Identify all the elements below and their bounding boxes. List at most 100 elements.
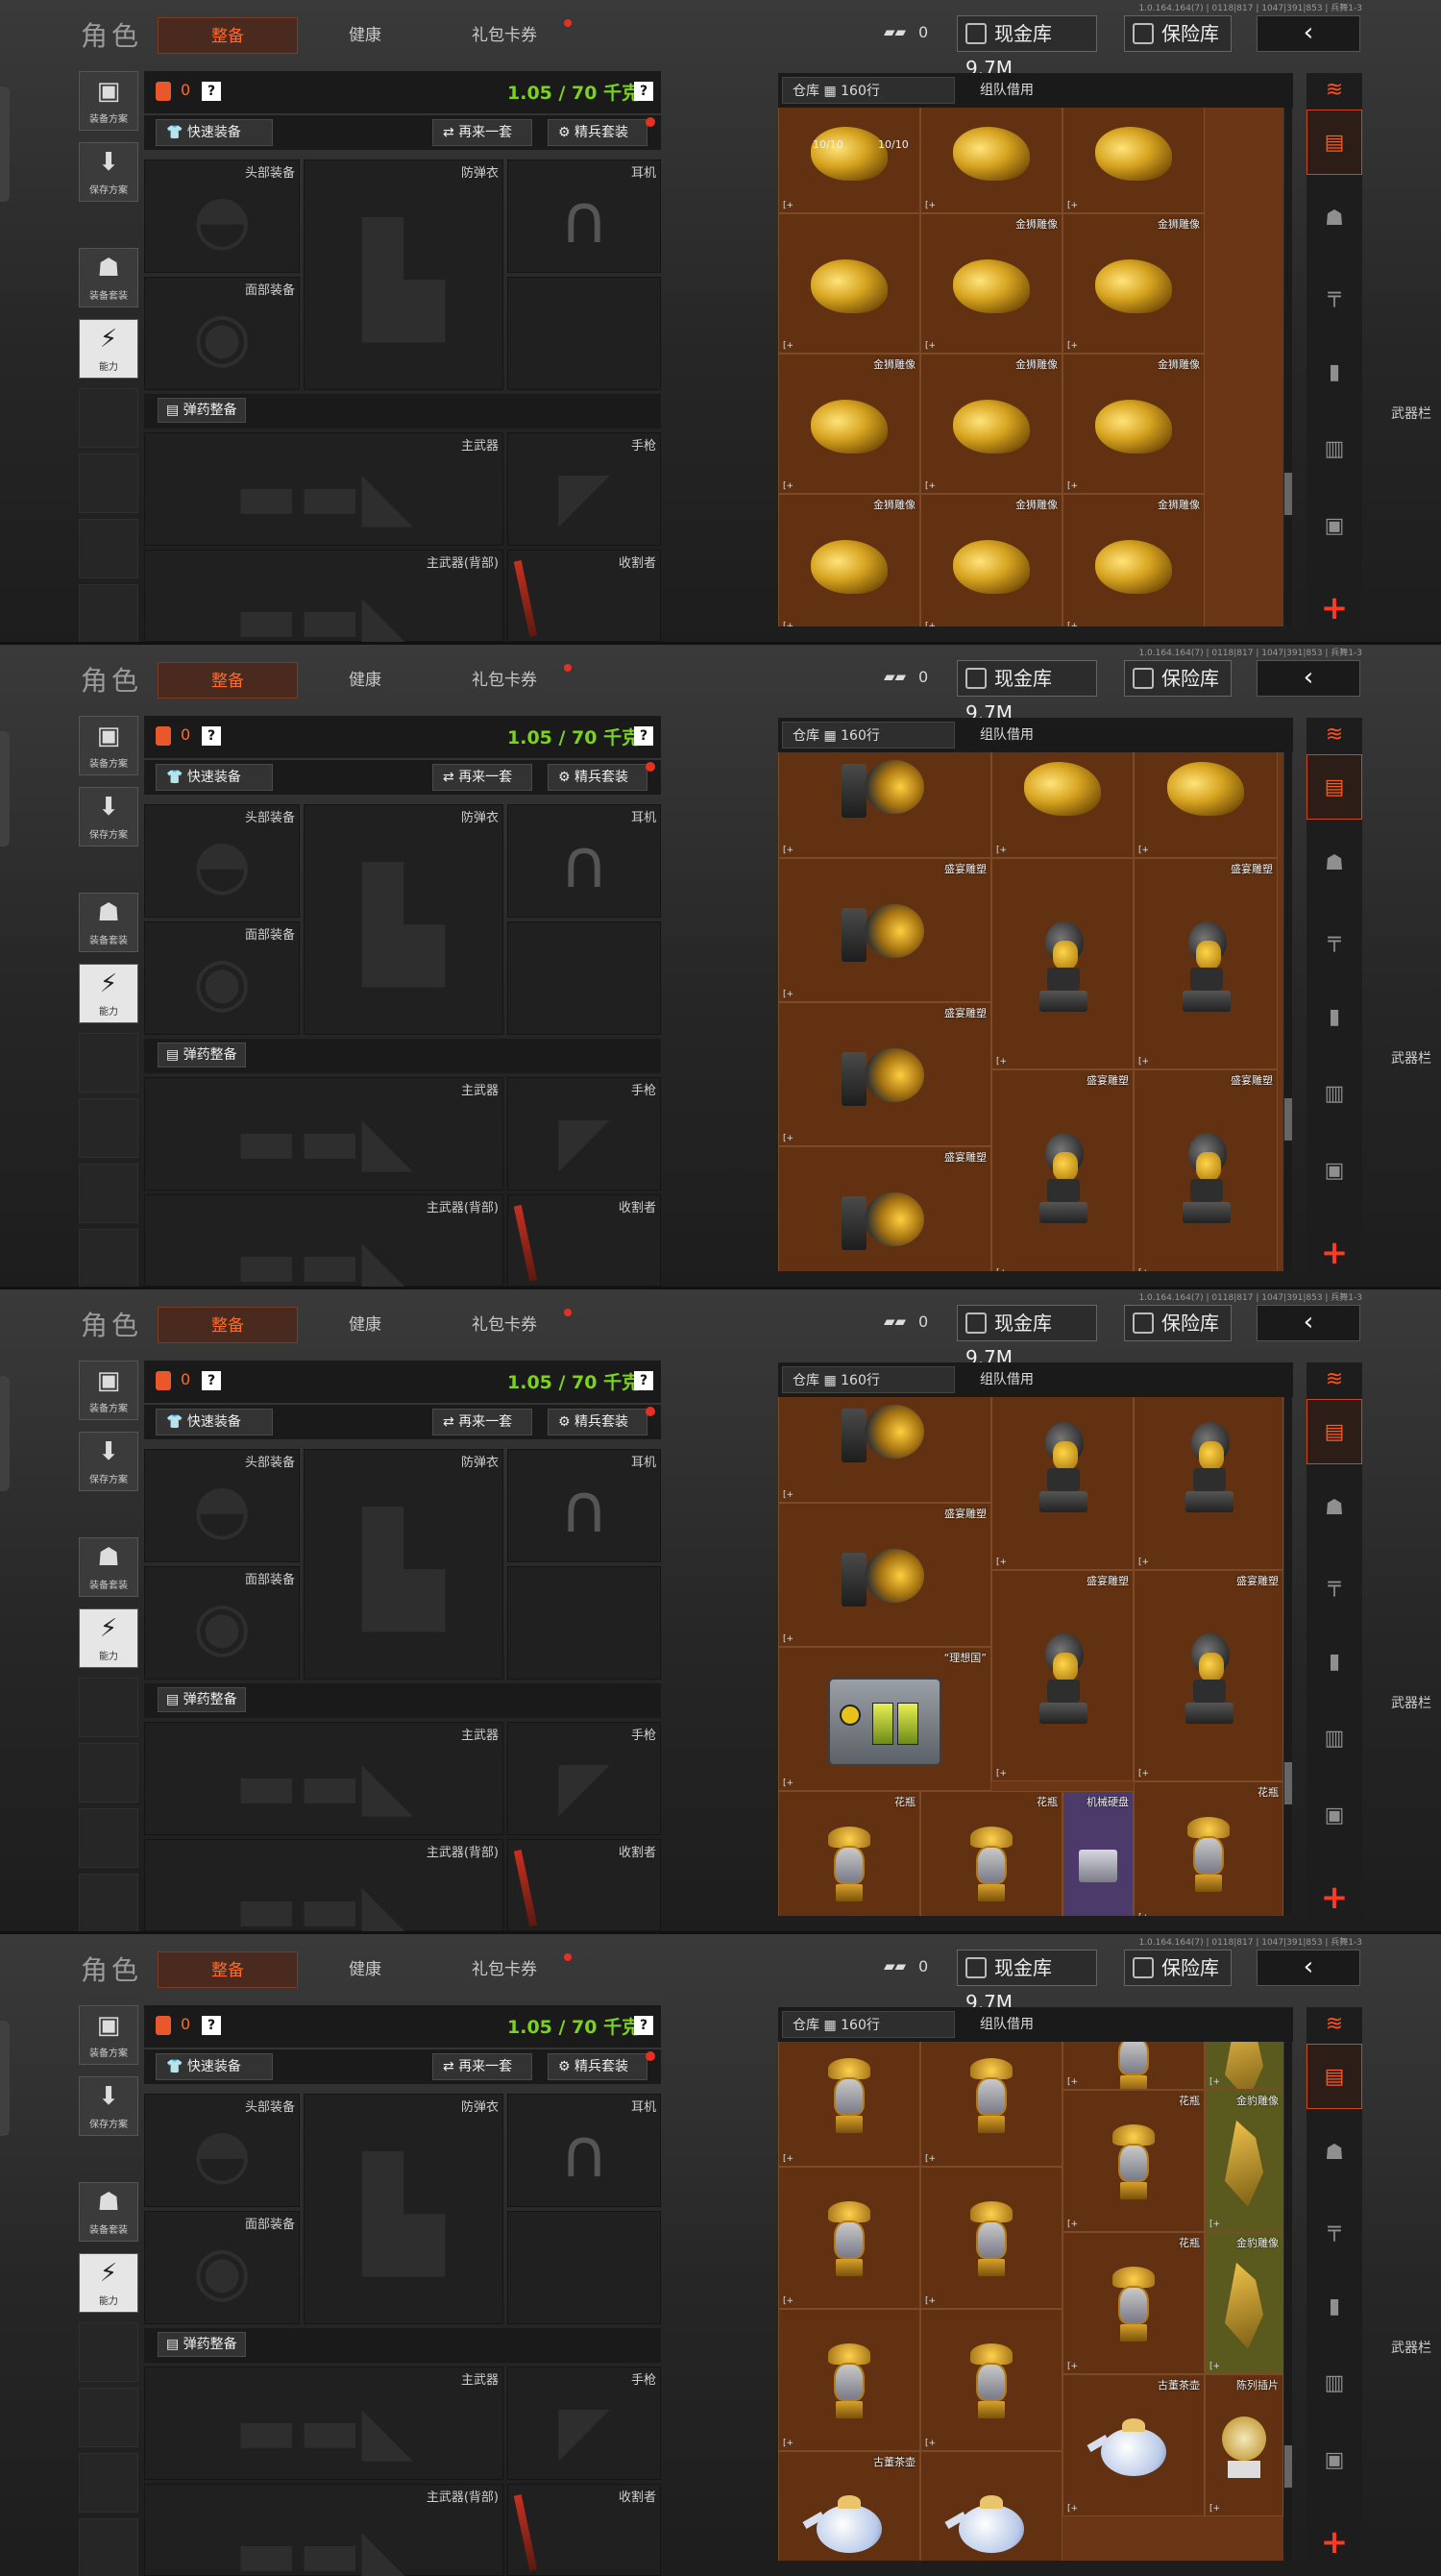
warehouse-grid[interactable]: 盛宴雕塑 [+ 盛宴雕塑 [+ [+ 盛宴雕塑 [+ 盛宴雕塑 [+ 盛宴雕塑 …	[778, 1397, 1283, 1916]
warehouse-item[interactable]: [+	[920, 2451, 1062, 2561]
primary-weapon-slot[interactable]: ▬▬◣ 主武器	[144, 432, 503, 546]
save-plan-button[interactable]: ⬇ 保存方案	[79, 787, 138, 846]
tab-team-borrow[interactable]: 组队借用	[970, 2011, 1043, 2038]
pistol-slot[interactable]: ◤ 手枪	[507, 2367, 661, 2480]
tab-loadout[interactable]: 整备	[158, 1307, 298, 1343]
ammo-button[interactable]: ▤ 弹药整备	[158, 1687, 246, 1712]
warehouse-item[interactable]: [+	[1134, 1397, 1283, 1570]
warehouse-item[interactable]: 金狮雕像 [+	[920, 494, 1062, 626]
back-button[interactable]: ‹	[1257, 1305, 1360, 1341]
warehouse-item[interactable]: [+	[1134, 752, 1278, 858]
warehouse-grid[interactable]: 金狮雕像 [+ 金狮雕像 [+ 金狮雕像 [+ [+ 金狮雕像 [+ 金狮雕像 …	[778, 108, 1283, 626]
tab-team-borrow[interactable]: 组队借用	[970, 722, 1043, 748]
warehouse-grid[interactable]: 花瓶 [+ 花瓶 [+ [+ [+ [+ [+ 花瓶 [+	[778, 2042, 1283, 2561]
ammo-button[interactable]: ▤ 弹药整备	[158, 1043, 246, 1067]
warehouse-item[interactable]: 花瓶 [+	[778, 2042, 920, 2167]
tab-gift-coupons[interactable]: 礼包卡券	[452, 662, 557, 699]
category-all-icon[interactable]: ▤	[1307, 110, 1362, 175]
tab-warehouse[interactable]: 仓库 ▦ 160行	[782, 77, 955, 104]
warehouse-scrollbar[interactable]	[1284, 108, 1292, 626]
face-slot[interactable]: ◉ 面部装备	[144, 277, 300, 390]
category-misc-icon[interactable]: ▣	[1307, 1783, 1362, 1849]
add-icon[interactable]: +	[1316, 1237, 1353, 1271]
tab-warehouse[interactable]: 仓库 ▦ 160行	[782, 1366, 955, 1393]
reaper-slot[interactable]: 收割者	[507, 1194, 661, 1287]
help-icon[interactable]: ?	[202, 1371, 221, 1390]
warehouse-item[interactable]: 花瓶 [+	[1134, 1781, 1283, 1916]
ability-button[interactable]: ⚡ 能力	[79, 964, 138, 1023]
warehouse-item[interactable]: 金狮雕像 [+	[1062, 213, 1205, 354]
primary-weapon-slot[interactable]: ▬▬◣ 主武器	[144, 2367, 503, 2480]
save-plan-button[interactable]: ⬇ 保存方案	[79, 2076, 138, 2136]
ability-button[interactable]: ⚡ 能力	[79, 1608, 138, 1668]
warehouse-item[interactable]: [+	[778, 2167, 920, 2309]
category-gun-icon[interactable]: ╤	[1307, 2197, 1362, 2263]
primary-back-slot[interactable]: ▬▬◣ 主武器(背部)	[144, 1194, 503, 1287]
warehouse-item[interactable]: [+	[920, 2309, 1062, 2451]
cash-vault-button[interactable]: 现金库 9.7M	[957, 15, 1097, 80]
warehouse-item[interactable]: 金狮雕像 [+	[1062, 108, 1205, 213]
warehouse-scrollbar[interactable]	[1284, 1397, 1292, 1916]
warehouse-item[interactable]: [+	[991, 752, 1134, 858]
equip-again-button[interactable]: ⇄ 再来一套	[432, 119, 532, 146]
category-all-icon[interactable]: ▤	[1307, 2044, 1362, 2109]
warehouse-item[interactable]: 金狮雕像 [+	[778, 494, 920, 626]
back-button[interactable]: ‹	[1257, 660, 1360, 697]
help-icon[interactable]: ?	[634, 82, 653, 101]
warehouse-item[interactable]: 盛宴雕塑 [+	[991, 1397, 1134, 1570]
warehouse-item[interactable]: 盛宴雕塑 [+	[778, 858, 991, 1002]
category-ammo-icon[interactable]: ▥	[1307, 417, 1362, 482]
pistol-slot[interactable]: ◤ 手枪	[507, 1077, 661, 1190]
armor-slot[interactable]: ▙ 防弹衣	[304, 2094, 503, 2324]
sort-icon[interactable]: ≋	[1307, 1362, 1362, 1397]
warehouse-item[interactable]: [+	[1205, 2042, 1283, 2090]
warehouse-item[interactable]: 金狮雕像 [+	[1062, 354, 1205, 494]
help-icon[interactable]: ?	[634, 1371, 653, 1390]
face-slot[interactable]: ◉ 面部装备	[144, 2211, 300, 2324]
cash-vault-button[interactable]: 现金库 9.7M	[957, 660, 1097, 724]
gear-pack-button[interactable]: ☗ 装备套装	[79, 893, 138, 952]
pistol-slot[interactable]: ◤ 手枪	[507, 1722, 661, 1835]
help-icon[interactable]: ?	[202, 2016, 221, 2035]
tab-loadout[interactable]: 整备	[158, 17, 298, 54]
tab-warehouse[interactable]: 仓库 ▦ 160行	[782, 2011, 955, 2038]
warehouse-item[interactable]: 盛宴雕塑 [+	[1134, 858, 1278, 1069]
warehouse-item[interactable]: 盛宴雕塑 [+	[1134, 1570, 1283, 1781]
warehouse-scrollbar[interactable]	[1284, 752, 1292, 1271]
tab-health[interactable]: 健康	[327, 17, 403, 54]
primary-weapon-slot[interactable]: ▬▬◣ 主武器	[144, 1077, 503, 1190]
category-gun-icon[interactable]: ╤	[1307, 263, 1362, 329]
category-gun-icon[interactable]: ╤	[1307, 908, 1362, 973]
back-button[interactable]: ‹	[1257, 15, 1360, 52]
ear-slot[interactable]: ∩ 耳机	[507, 2094, 661, 2207]
category-gear-icon[interactable]: ☗	[1307, 186, 1362, 252]
save-plan-button[interactable]: ⬇ 保存方案	[79, 142, 138, 202]
cash-vault-button[interactable]: 现金库 9.7M	[957, 1305, 1097, 1369]
quick-equip-button[interactable]: 👕 快速装备	[156, 119, 273, 146]
warehouse-item[interactable]: 花瓶 [+	[1062, 2090, 1205, 2232]
tab-gift-coupons[interactable]: 礼包卡券	[452, 17, 557, 54]
warehouse-scrollbar[interactable]	[1284, 2042, 1292, 2561]
reaper-slot[interactable]: 收割者	[507, 2484, 661, 2576]
tab-health[interactable]: 健康	[327, 1307, 403, 1343]
quick-equip-button[interactable]: 👕 快速装备	[156, 2053, 273, 2080]
head-slot[interactable]: ◓ 头部装备	[144, 1449, 300, 1562]
warehouse-item[interactable]: 花瓶 [+	[1062, 2232, 1205, 2374]
warehouse-item[interactable]: 盛宴雕塑 [+	[778, 1002, 991, 1146]
help-icon[interactable]: ?	[202, 726, 221, 746]
warehouse-item[interactable]: 金狮雕像 [+	[1062, 494, 1205, 626]
back-button[interactable]: ‹	[1257, 1950, 1360, 1986]
gear-pack-button[interactable]: ☗ 装备套装	[79, 2182, 138, 2242]
tab-health[interactable]: 健康	[327, 662, 403, 699]
warehouse-grid[interactable]: 盛宴雕塑 [+ [+ [+ 盛宴雕塑 [+ [+ 盛宴雕塑 [+ 盛宴雕塑 [+	[778, 752, 1283, 1271]
warehouse-item[interactable]: 古董茶壶 [+	[778, 2451, 920, 2561]
warehouse-item[interactable]: 花瓶 [+	[778, 1791, 920, 1916]
elite-kit-button[interactable]: ⚙ 精兵套装	[548, 764, 647, 791]
safe-box-button[interactable]: 保险库	[1124, 660, 1232, 697]
reaper-slot[interactable]: 收割者	[507, 1839, 661, 1931]
primary-back-slot[interactable]: ▬▬◣ 主武器(背部)	[144, 1839, 503, 1931]
tab-gift-coupons[interactable]: 礼包卡券	[452, 1307, 557, 1343]
category-mag-icon[interactable]: ▮	[1307, 2274, 1362, 2340]
warehouse-item[interactable]: 金狮雕像 [+	[920, 354, 1062, 494]
category-gear-icon[interactable]: ☗	[1307, 831, 1362, 896]
